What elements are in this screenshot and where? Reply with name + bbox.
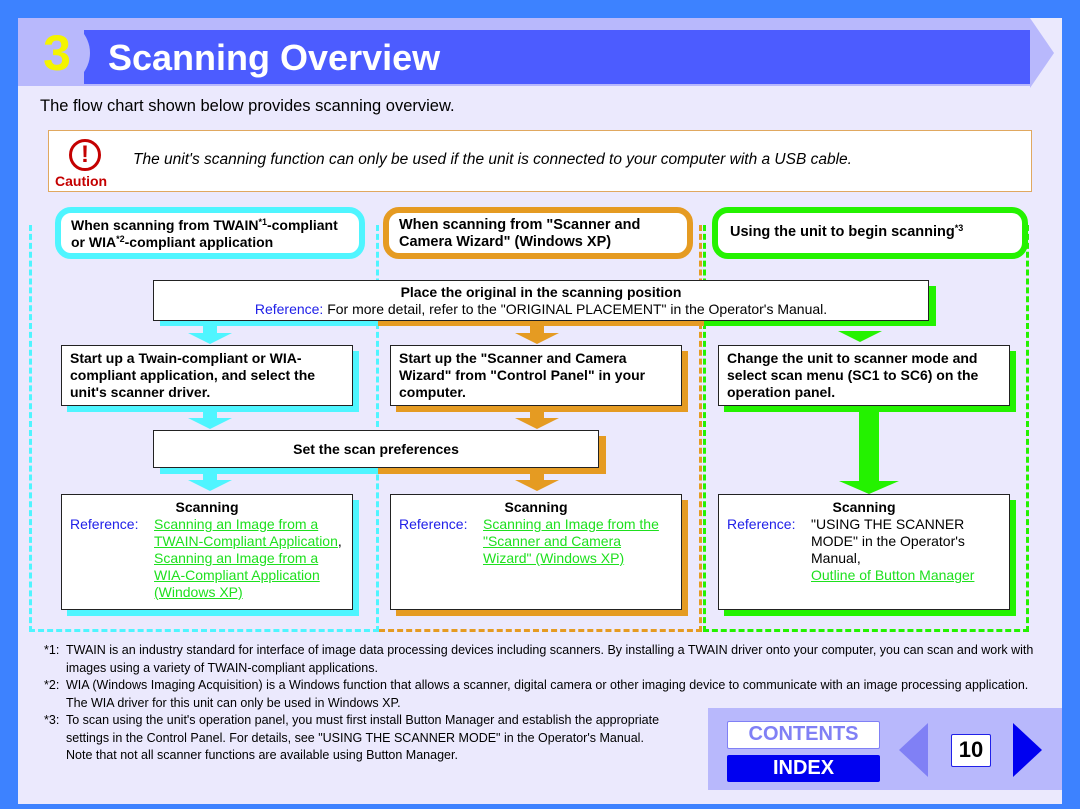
unit-reference-text: "USING THE SCANNER MODE" in the Operator… [811, 516, 965, 566]
preferences-step: Set the scan preferences [153, 430, 599, 468]
down-arrow-icon [838, 331, 882, 342]
long-arrow-stem [859, 412, 879, 482]
reference-label: Reference: [727, 516, 796, 532]
reference-label: Reference: [254, 301, 324, 317]
wizard-step1-box: Start up the "Scanner and Camera Wizard"… [390, 345, 682, 406]
footnote: *3: To scan using the unit's operation p… [44, 713, 660, 745]
down-arrow-icon [188, 480, 232, 491]
place-original-reference: For more detail, refer to the "ORIGINAL … [327, 301, 828, 317]
down-arrow-icon [188, 333, 232, 344]
caution-text: The unit's scanning function can only be… [133, 151, 852, 168]
page-number: 10 [951, 734, 991, 767]
chapter-number: 3 [43, 25, 71, 81]
page-title: Scanning Overview [108, 37, 441, 78]
place-original-title: Place the original in the scanning posit… [400, 284, 682, 300]
down-arrow-icon [839, 481, 899, 494]
triangle-right-icon[interactable] [1013, 723, 1042, 777]
scanning-title: Scanning [504, 499, 568, 515]
unit-column-header: Using the unit to begin scanning*3 [712, 207, 1028, 259]
reference-label: Reference: [70, 516, 139, 532]
link-button-manager[interactable]: Outline of Button Manager [811, 567, 974, 583]
caution-label: Caution [55, 173, 108, 189]
reference-label: Reference: [399, 516, 468, 532]
unit-scanning-box: Scanning Reference: "USING THE SCANNER M… [718, 494, 1010, 610]
link-wizard-scanning[interactable]: Scanning an Image from the "Scanner and … [483, 516, 673, 567]
wizard-scanning-box: Scanning Reference: Scanning an Image fr… [390, 494, 682, 610]
scanning-title: Scanning [832, 499, 896, 515]
wizard-column-header: When scanning from "Scanner and Camera W… [383, 207, 693, 259]
down-arrow-icon [515, 333, 559, 344]
triangle-left-icon[interactable] [899, 723, 928, 777]
down-arrow-icon [515, 480, 559, 491]
link-twain-scanning[interactable]: Scanning an Image from a TWAIN-Compliant… [154, 516, 338, 549]
index-button[interactable]: INDEX [727, 755, 880, 782]
twain-scanning-box: Scanning Reference: Scanning an Image fr… [61, 494, 353, 610]
unit-step1-box: Change the unit to scanner mode and sele… [718, 345, 1010, 406]
twain-step1-box: Start up a Twain-compliant or WIA-compli… [61, 345, 353, 406]
footnote: *1: TWAIN is an industry standard for in… [44, 643, 1034, 675]
footnote: *2: WIA (Windows Imaging Acquisition) is… [44, 678, 1029, 710]
caution-box: ! Caution The unit's scanning function c… [48, 130, 1032, 192]
scanning-title: Scanning [175, 499, 239, 515]
place-original-step: Place the original in the scanning posit… [153, 280, 929, 321]
contents-button[interactable]: CONTENTS [727, 721, 880, 749]
down-arrow-icon [515, 418, 559, 429]
twain-column-header: When scanning from TWAIN*1-compliant or … [55, 207, 365, 259]
down-arrow-icon [188, 418, 232, 429]
title-arrow-decoration [1030, 18, 1054, 88]
exclamation-circle-icon: ! [69, 139, 101, 171]
intro-text: The flow chart shown below provides scan… [40, 97, 455, 115]
link-wia-scanning[interactable]: Scanning an Image from a WIA-Compliant A… [154, 550, 320, 600]
